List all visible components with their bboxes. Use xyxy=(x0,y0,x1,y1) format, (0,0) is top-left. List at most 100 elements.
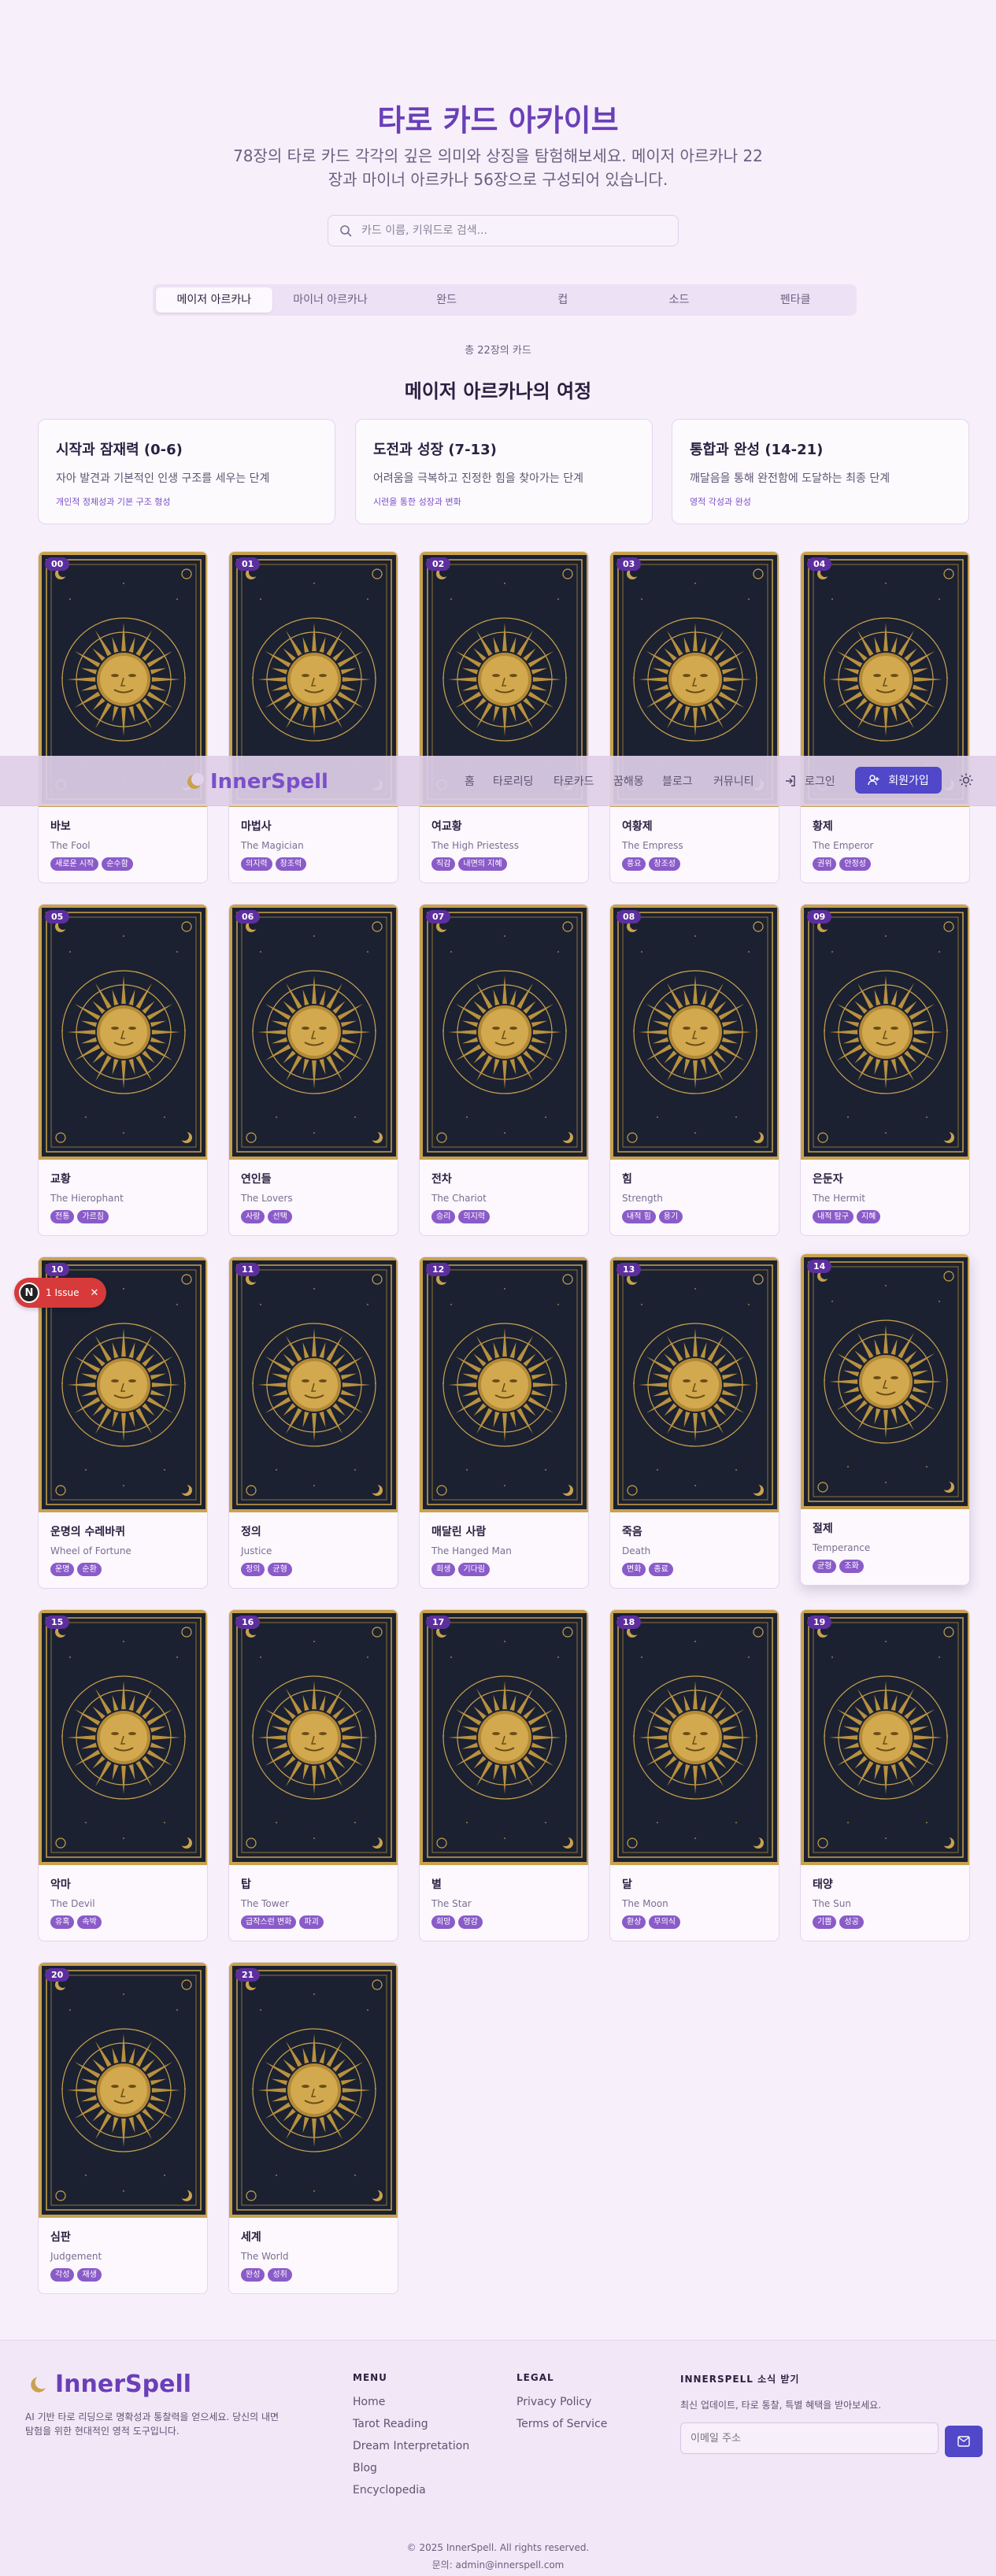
card-name-korean: 세계 xyxy=(241,2231,261,2244)
navbar-logo[interactable]: InnerSpell xyxy=(185,770,328,794)
login-button[interactable]: 로그인 xyxy=(784,773,835,789)
keyword-tag: 새로운 시작 xyxy=(50,857,99,871)
card-name-english: The High Priestess xyxy=(431,840,520,851)
sun-theme-toggle-icon[interactable] xyxy=(959,773,973,787)
card-artwork-image xyxy=(420,1610,588,1865)
tarot-card[interactable]: 05 교황 The Hierophant 전통 가르침 xyxy=(38,904,208,1236)
card-keywords: 변화 종료 xyxy=(622,1563,771,1576)
footer-link-dream[interactable]: Dream Interpretation xyxy=(353,2440,469,2452)
footer-link-tarot-reading[interactable]: Tarot Reading xyxy=(353,2418,469,2430)
email-field[interactable] xyxy=(680,2422,939,2454)
footer-link-terms[interactable]: Terms of Service xyxy=(517,2418,607,2430)
newsletter-description: 최신 업데이트, 타로 통찰, 특별 혜택을 받아보세요. xyxy=(680,2400,882,2411)
card-number-badge: 17 xyxy=(426,1616,451,1629)
section-title: 메이저 아르카나의 여정 xyxy=(404,380,592,402)
card-artwork-image xyxy=(610,1257,779,1512)
tarot-card[interactable]: 03 여황제 The Empress 풍요 창조성 xyxy=(609,551,779,883)
tarot-card[interactable]: 16 탑 The Tower 급작스런 변화 파괴 xyxy=(228,1609,398,1941)
search-input[interactable] xyxy=(361,224,661,237)
footer-link-home[interactable]: Home xyxy=(353,2396,469,2408)
nav-link-tarot-cards[interactable]: 타로카드 xyxy=(554,773,594,789)
keyword-tag: 의지력 xyxy=(241,857,272,871)
footer-link-blog[interactable]: Blog xyxy=(353,2462,469,2474)
nav-link-blog[interactable]: 블로그 xyxy=(662,773,693,789)
tarot-card[interactable]: 08 힘 Strength 내적 힘 용기 xyxy=(609,904,779,1236)
dev-issue-badge[interactable]: N 1 Issue ✕ xyxy=(14,1278,107,1308)
card-info: 세계 The World 완성 성취 xyxy=(241,2229,390,2282)
tarot-card[interactable]: 04 황제 The Emperor 권위 안정성 xyxy=(800,551,970,883)
nav-link-community[interactable]: 커뮤니티 xyxy=(713,773,754,789)
card-keywords: 사랑 선택 xyxy=(241,1210,390,1223)
card-artwork-image xyxy=(801,1254,969,1509)
footer-link-privacy[interactable]: Privacy Policy xyxy=(517,2396,607,2408)
tab-pentacles[interactable]: 펜타클 xyxy=(737,287,853,313)
keyword-tag: 지혜 xyxy=(856,1210,881,1223)
footer-link-encyclopedia[interactable]: Encyclopedia xyxy=(353,2484,469,2496)
keyword-tag: 운명 xyxy=(50,1563,75,1576)
tarot-card[interactable]: 02 여교황 The High Priestess 직감 내면의 지혜 xyxy=(419,551,589,883)
issue-logo-icon: N xyxy=(19,1282,39,1303)
card-keywords: 권위 안정성 xyxy=(813,857,961,871)
journey-title: 도전과 성장 (7-13) xyxy=(373,442,497,458)
tarot-card[interactable]: 00 바보 The Fool 새로운 시작 순수함 xyxy=(38,551,208,883)
card-name-korean: 달 xyxy=(622,1878,632,1891)
card-name-english: Judgement xyxy=(50,2251,102,2262)
card-info: 매달린 사람 The Hanged Man 희생 기다림 xyxy=(431,1523,580,1576)
user-plus-icon xyxy=(868,775,879,786)
tarot-card[interactable]: 19 태양 The Sun 기쁨 성공 xyxy=(800,1609,970,1941)
nav-link-home[interactable]: 홈 xyxy=(465,773,475,789)
subscribe-button[interactable] xyxy=(945,2426,983,2457)
tab-minor-arcana[interactable]: 마이너 아르카나 xyxy=(272,287,389,313)
tarot-card[interactable]: 13 죽음 Death 변화 종료 xyxy=(609,1257,779,1589)
card-name-english: Strength xyxy=(622,1193,663,1204)
card-keywords: 내적 탐구 지혜 xyxy=(813,1210,961,1223)
tarot-card[interactable]: 01 마법사 The Magician 의지력 창조력 xyxy=(228,551,398,883)
tarot-card[interactable]: 20 심판 Judgement 각성 재생 xyxy=(38,1962,208,2294)
card-info: 여교황 The High Priestess 직감 내면의 지혜 xyxy=(431,818,580,871)
footer-logo[interactable]: InnerSpell xyxy=(28,2371,191,2398)
signup-button[interactable]: 회원가입 xyxy=(855,767,942,794)
card-artwork-image xyxy=(610,1610,779,1865)
card-name-korean: 매달린 사람 xyxy=(431,1526,487,1538)
tarot-card[interactable]: 15 악마 The Devil 유혹 속박 xyxy=(38,1609,208,1941)
journey-card-completion: 통합과 완성 (14-21) 깨달음을 통해 완전함에 도달하는 최종 단계 영… xyxy=(672,419,969,524)
card-info: 은둔자 The Hermit 내적 탐구 지혜 xyxy=(813,1171,961,1223)
tarot-card[interactable]: 12 매달린 사람 The Hanged Man 희생 기다림 xyxy=(419,1257,589,1589)
card-artwork-image xyxy=(229,1257,398,1512)
keyword-tag: 창조력 xyxy=(275,857,307,871)
tab-cups[interactable]: 컵 xyxy=(505,287,621,313)
tarot-card[interactable]: 11 정의 Justice 정의 균형 xyxy=(228,1257,398,1589)
card-number-badge: 05 xyxy=(45,910,70,923)
search-box[interactable] xyxy=(328,215,679,246)
tarot-card[interactable]: 07 전차 The Chariot 승리 의지력 xyxy=(419,904,589,1236)
keyword-tag: 순환 xyxy=(77,1563,102,1576)
tarot-card[interactable]: 14 절제 Temperance 균형 조화 xyxy=(800,1253,970,1586)
tab-wands[interactable]: 완드 xyxy=(388,287,505,313)
close-icon[interactable]: ✕ xyxy=(90,1287,98,1299)
card-info: 바보 The Fool 새로운 시작 순수함 xyxy=(50,818,199,871)
nav-link-dream[interactable]: 꿈해몽 xyxy=(613,773,644,789)
tarot-card[interactable]: 17 별 The Star 희망 영감 xyxy=(419,1609,589,1941)
tarot-card[interactable]: 09 은둔자 The Hermit 내적 탐구 지혜 xyxy=(800,904,970,1236)
tarot-card[interactable]: 21 세계 The World 완성 성취 xyxy=(228,1962,398,2294)
keyword-tag: 성공 xyxy=(839,1915,864,1929)
tab-major-arcana[interactable]: 메이저 아르카나 xyxy=(156,287,272,313)
moon-logo-icon xyxy=(31,2374,49,2393)
nav-link-tarot-reading[interactable]: 타로리딩 xyxy=(493,773,534,789)
keyword-tag: 조화 xyxy=(839,1560,864,1573)
card-name-english: The Empress xyxy=(622,840,683,851)
journey-card-challenge: 도전과 성장 (7-13) 어려움을 극복하고 진정한 힘을 찾아가는 단계 시… xyxy=(355,419,653,524)
tarot-card[interactable]: 18 달 The Moon 환상 무의식 xyxy=(609,1609,779,1941)
card-info: 마법사 The Magician 의지력 창조력 xyxy=(241,818,390,871)
card-count: 총 22장의 카드 xyxy=(465,345,531,357)
card-artwork-image xyxy=(801,1610,969,1865)
card-name-english: Death xyxy=(622,1545,651,1556)
tarot-card[interactable]: 06 연인들 The Lovers 사랑 선택 xyxy=(228,904,398,1236)
keyword-tag: 의지력 xyxy=(458,1210,491,1223)
card-name-english: The Sun xyxy=(813,1898,851,1909)
keyword-tag: 용기 xyxy=(658,1210,683,1223)
card-number-badge: 21 xyxy=(235,1968,261,1982)
tab-swords[interactable]: 소드 xyxy=(621,287,738,313)
card-info: 탑 The Tower 급작스런 변화 파괴 xyxy=(241,1876,390,1929)
card-name-english: The Hanged Man xyxy=(431,1545,512,1556)
